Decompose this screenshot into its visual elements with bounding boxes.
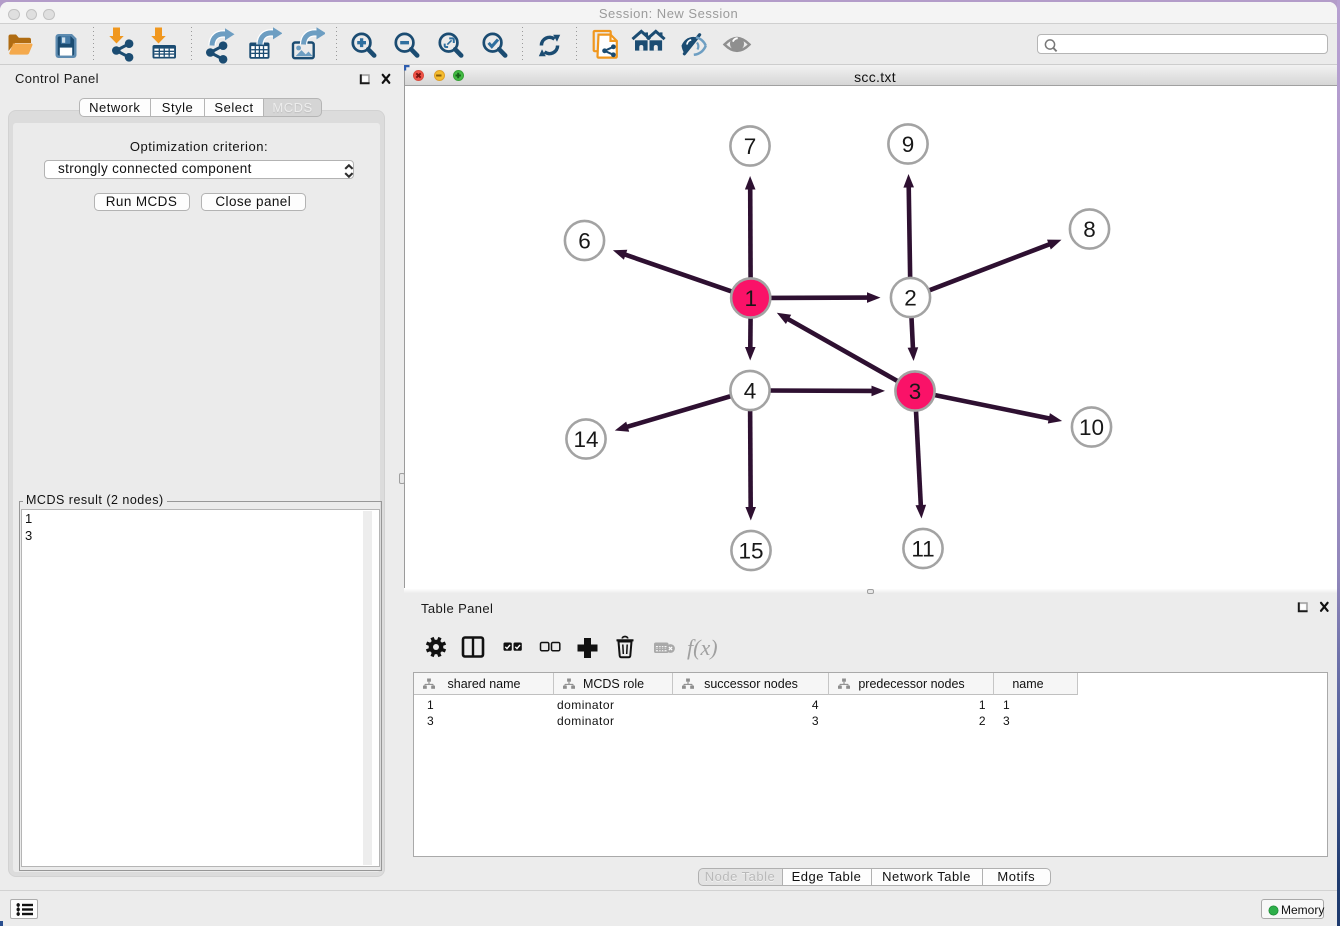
svg-text:15: 15 <box>738 539 763 564</box>
svg-text:2: 2 <box>904 286 917 311</box>
svg-text:1: 1 <box>744 286 757 311</box>
svg-text:8: 8 <box>1083 217 1096 242</box>
svg-text:7: 7 <box>744 134 757 159</box>
svg-text:10: 10 <box>1079 415 1104 440</box>
svg-text:6: 6 <box>578 229 591 254</box>
svg-text:4: 4 <box>744 379 757 404</box>
svg-text:3: 3 <box>909 379 922 404</box>
svg-text:f(x): f(x) <box>687 635 718 660</box>
svg-text:11: 11 <box>911 537 934 562</box>
svg-text:9: 9 <box>902 132 915 157</box>
svg-text:14: 14 <box>573 427 598 452</box>
